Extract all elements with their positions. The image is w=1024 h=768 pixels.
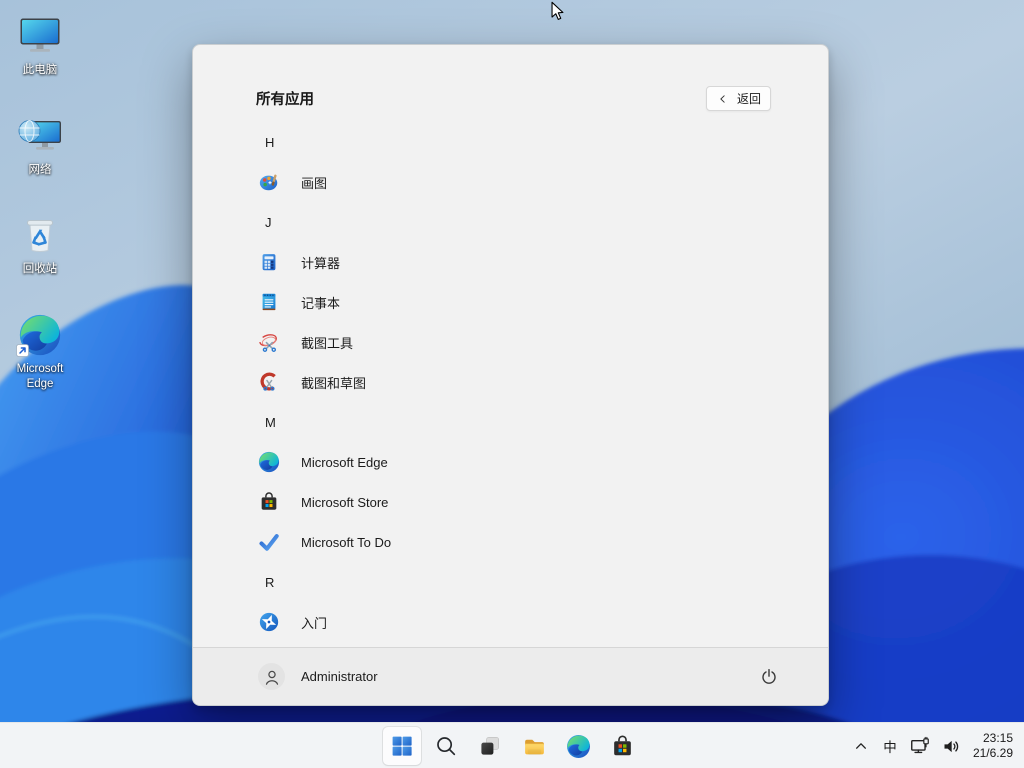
clock-date: 21/6.29 xyxy=(972,746,1013,760)
notepad-icon xyxy=(258,291,280,313)
start-button[interactable] xyxy=(383,727,421,765)
user-avatar[interactable] xyxy=(258,663,285,690)
network-tray-icon xyxy=(909,735,931,757)
tray-overflow-button[interactable] xyxy=(847,730,875,762)
edge-icon xyxy=(16,311,64,359)
file-explorer-button[interactable] xyxy=(515,727,553,765)
snip-sketch-icon xyxy=(258,371,280,393)
app-item-store[interactable]: Microsoft Store xyxy=(193,482,828,522)
network-tray-button[interactable] xyxy=(905,730,935,762)
edge-icon xyxy=(566,734,591,759)
all-apps-list: H 画图 J 计算器 记事本 截图工具 截图和草图 M Microsoft Ed… xyxy=(193,122,828,642)
app-item-calculator[interactable]: 计算器 xyxy=(193,242,828,282)
calculator-icon xyxy=(258,251,280,273)
system-tray: 中 23:15 21/6.29 xyxy=(847,723,1024,768)
back-button-label: 返回 xyxy=(736,92,761,106)
desktop-icon-list: 此电脑 网络 回收站 Microsoft Edge xyxy=(4,12,76,426)
paint-icon xyxy=(258,171,280,193)
store-taskbar-button[interactable] xyxy=(603,727,641,765)
start-menu-footer: Administrator xyxy=(193,647,828,705)
desktop-icon-label: 网络 xyxy=(28,163,52,176)
desktop-icon-edge[interactable]: Microsoft Edge xyxy=(4,311,76,393)
desktop-icon-label: Microsoft Edge xyxy=(16,362,64,391)
app-item-todo[interactable]: Microsoft To Do xyxy=(193,522,828,562)
store-icon xyxy=(258,491,280,513)
edge-taskbar-button[interactable] xyxy=(559,727,597,765)
clock-time: 23:15 xyxy=(982,731,1013,745)
taskbar: 中 23:15 21/6.29 xyxy=(0,722,1024,768)
all-apps-title: 所有应用 xyxy=(256,92,314,108)
shortcut-arrow-icon xyxy=(16,344,29,357)
clock[interactable]: 23:15 21/6.29 xyxy=(973,731,1013,761)
power-button[interactable] xyxy=(759,667,779,687)
volume-tray-button[interactable] xyxy=(937,730,966,762)
search-icon xyxy=(434,734,458,758)
task-view-button[interactable] xyxy=(471,727,509,765)
section-header-r: R xyxy=(265,574,275,590)
snipping-tool-icon xyxy=(258,331,280,353)
windows-logo-icon xyxy=(390,734,414,758)
desktop-icon-this-pc[interactable]: 此电脑 xyxy=(4,12,76,79)
user-name: Administrator xyxy=(301,669,378,684)
app-item-paint[interactable]: 画图 xyxy=(193,162,828,202)
section-header-m: M xyxy=(265,414,276,430)
app-item-notepad[interactable]: 记事本 xyxy=(193,282,828,322)
task-view-icon xyxy=(478,734,502,758)
person-icon xyxy=(262,667,282,687)
chevron-left-icon xyxy=(716,92,730,106)
desktop-icon-network[interactable]: 网络 xyxy=(4,112,76,179)
search-button[interactable] xyxy=(427,727,465,765)
store-icon xyxy=(610,734,635,759)
edge-icon xyxy=(258,451,280,473)
app-item-snipping-tool[interactable]: 截图工具 xyxy=(193,322,828,362)
windows-desktop: { "desktop": { "icons": [ { "label": "此电… xyxy=(0,0,1024,768)
taskbar-button-group xyxy=(383,723,641,768)
desktop-icon-label: 此电脑 xyxy=(22,64,58,76)
get-started-icon xyxy=(258,611,280,633)
app-item-get-started[interactable]: 入门 xyxy=(193,602,828,642)
recycle-bin-icon xyxy=(16,211,64,259)
desktop-icon-label: 回收站 xyxy=(22,263,58,276)
section-header-j: J xyxy=(265,214,272,230)
folder-icon xyxy=(522,734,547,759)
back-button[interactable]: 返回 xyxy=(705,86,771,111)
ime-indicator[interactable]: 中 xyxy=(877,730,903,762)
network-icon xyxy=(16,112,64,160)
section-header-h: H xyxy=(265,134,275,150)
start-menu-all-apps-panel: 所有应用 返回 H 画图 J 计算器 记事本 截图工具 截图和草图 M Micr… xyxy=(192,44,829,706)
desktop-icon-recycle-bin[interactable]: 回收站 xyxy=(4,211,76,278)
app-item-edge[interactable]: Microsoft Edge xyxy=(193,442,828,482)
app-item-snip-sketch[interactable]: 截图和草图 xyxy=(193,362,828,402)
todo-icon xyxy=(258,531,280,553)
volume-icon xyxy=(941,736,962,757)
this-pc-icon xyxy=(16,12,64,60)
chevron-up-icon xyxy=(851,736,871,756)
